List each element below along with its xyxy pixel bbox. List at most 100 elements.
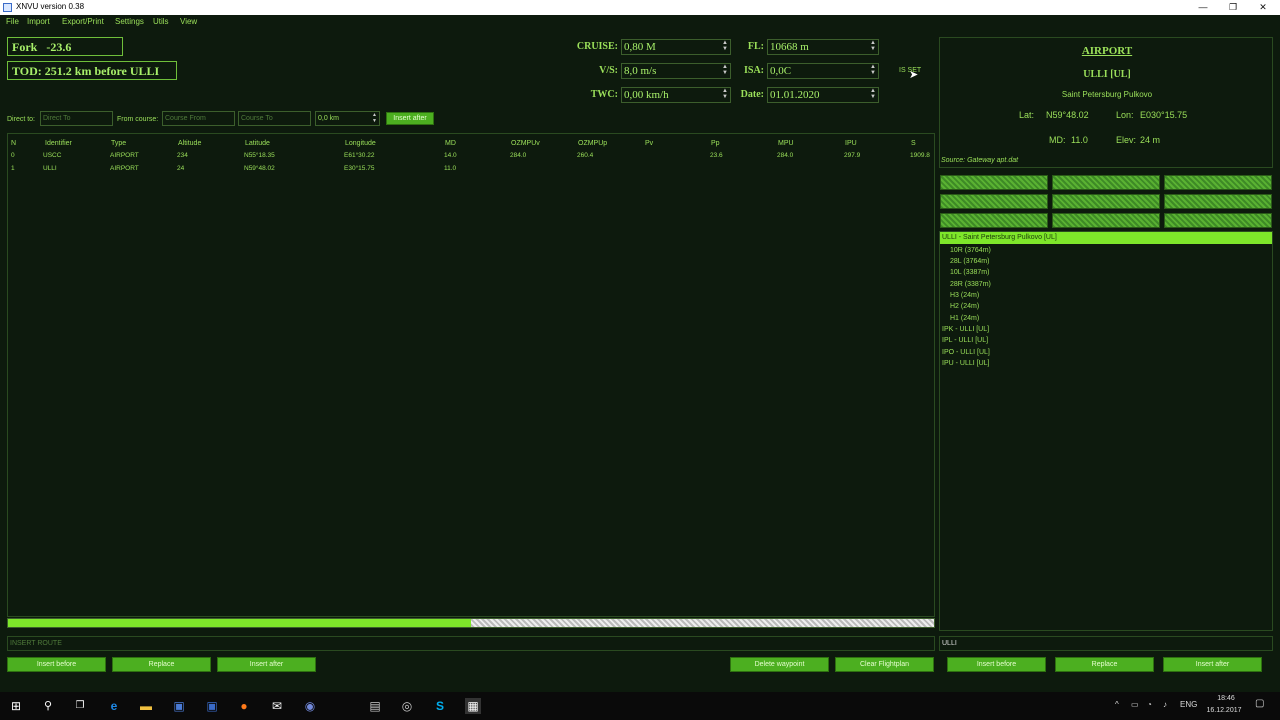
progress-bar: [7, 618, 935, 628]
direct-to-label: Direct to:: [7, 116, 36, 123]
menu-view[interactable]: View: [180, 17, 197, 26]
spinner-arrows-icon[interactable]: ▲ ▼: [372, 112, 377, 124]
col-header-s[interactable]: S: [911, 140, 916, 147]
language-indicator[interactable]: ENG: [1180, 700, 1197, 709]
list-item[interactable]: IPU - ULLI [UL]: [942, 360, 989, 367]
skype-icon[interactable]: S: [432, 698, 448, 714]
course-from-input[interactable]: Course From: [162, 111, 235, 126]
task-view-icon[interactable]: ❐: [72, 698, 88, 714]
steam-icon[interactable]: ◎: [399, 698, 415, 714]
insert-before-button[interactable]: Insert before: [7, 657, 106, 672]
volume-icon[interactable]: ♪: [1163, 700, 1167, 709]
distance-value: 0,0 km: [318, 115, 340, 122]
menu-import[interactable]: Import: [27, 17, 50, 26]
list-item[interactable]: 10L (3387m): [950, 269, 989, 276]
menu-utils[interactable]: Utils: [153, 17, 169, 26]
spinner-arrows-icon[interactable]: ▲ ▼: [870, 64, 876, 76]
table-row[interactable]: 1 ULLI AIRPORT 24 N59°48.02 E30°15.75 11…: [8, 165, 934, 177]
firefox-icon[interactable]: ●: [236, 698, 252, 714]
close-button[interactable]: ✕: [1248, 0, 1278, 15]
direct-insert-after-button[interactable]: Insert after: [386, 112, 434, 125]
filter-button[interactable]: [1052, 213, 1160, 228]
col-header-ozmpup[interactable]: OZMPUp: [578, 140, 607, 147]
fl-field[interactable]: 10668 m ▲ ▼: [767, 39, 879, 55]
filter-button[interactable]: [940, 175, 1048, 190]
col-header-type[interactable]: Type: [111, 140, 126, 147]
filter-button[interactable]: [1164, 213, 1272, 228]
search-input[interactable]: ULLI: [939, 636, 1273, 651]
xnvu-taskbar-icon[interactable]: ▦: [465, 698, 481, 714]
list-item[interactable]: 10R (3764m): [950, 247, 991, 254]
clock-date[interactable]: 16.12.2017: [1202, 707, 1246, 714]
search-replace-button[interactable]: Replace: [1055, 657, 1154, 672]
minimize-button[interactable]: —: [1188, 0, 1218, 15]
delete-waypoint-button[interactable]: Delete waypoint: [730, 657, 829, 672]
clear-flightplan-button[interactable]: Clear Flightplan: [835, 657, 934, 672]
menu-export-print[interactable]: Export/Print: [62, 17, 104, 26]
insert-route-input[interactable]: INSERT ROUTE: [7, 636, 935, 651]
filter-button[interactable]: [940, 213, 1048, 228]
filter-button[interactable]: [1052, 194, 1160, 209]
col-header-n[interactable]: N: [11, 140, 16, 147]
spinner-arrows-icon[interactable]: ▲ ▼: [870, 40, 876, 52]
clock-time[interactable]: 18:46: [1206, 695, 1246, 702]
isa-field[interactable]: 0,0C ▲ ▼: [767, 63, 879, 79]
spinner-arrows-icon[interactable]: ▲ ▼: [870, 88, 876, 100]
spinner-arrows-icon[interactable]: ▲ ▼: [722, 40, 728, 52]
file-explorer-icon[interactable]: ▬: [138, 698, 154, 714]
col-header-pp[interactable]: Pp: [711, 140, 720, 147]
spinner-arrows-icon[interactable]: ▲ ▼: [722, 88, 728, 100]
app-icon[interactable]: ▣: [204, 698, 220, 714]
col-header-longitude[interactable]: Longitude: [345, 140, 376, 147]
col-header-identifier[interactable]: Identifier: [45, 140, 72, 147]
tray-app-icon[interactable]: ▭: [1131, 700, 1139, 709]
filter-button[interactable]: [1052, 175, 1160, 190]
vs-field[interactable]: 8,0 m/s ▲ ▼: [621, 63, 731, 79]
col-header-latitude[interactable]: Latitude: [245, 140, 270, 147]
col-header-altitude[interactable]: Altitude: [178, 140, 201, 147]
list-item[interactable]: IPO - ULLI [UL]: [942, 349, 990, 356]
search-insert-after-button[interactable]: Insert after: [1163, 657, 1262, 672]
col-header-ozmpuv[interactable]: OZMPUv: [511, 140, 540, 147]
menu-file[interactable]: File: [6, 17, 19, 26]
mail-icon[interactable]: ✉: [269, 698, 285, 714]
notifications-icon[interactable]: ▢: [1255, 698, 1264, 709]
replace-button[interactable]: Replace: [112, 657, 211, 672]
discord-icon[interactable]: ◉: [302, 698, 318, 714]
list-item[interactable]: 28R (3387m): [950, 281, 991, 288]
tray-app-icon[interactable]: ◔: [1147, 700, 1152, 709]
list-item[interactable]: 28L (3764m): [950, 258, 989, 265]
table-row[interactable]: 0 USCC AIRPORT 234 N55°18.35 E61°30.22 1…: [8, 152, 934, 164]
windows-start-icon[interactable]: ⊞: [8, 698, 24, 714]
store-icon[interactable]: ▣: [171, 698, 187, 714]
airport-info-panel: AIRPORT ULLI [UL] Saint Petersburg Pulko…: [939, 37, 1273, 168]
edge-browser-icon[interactable]: e: [106, 698, 122, 714]
cruise-field[interactable]: 0,80 M ▲ ▼: [621, 39, 731, 55]
list-item-selected[interactable]: ULLI - Saint Petersburg Pulkovo [UL]: [940, 232, 1272, 244]
col-header-mpu[interactable]: MPU: [778, 140, 794, 147]
date-field[interactable]: 01.01.2020 ▲ ▼: [767, 87, 879, 103]
insert-after-button[interactable]: Insert after: [217, 657, 316, 672]
search-insert-before-button[interactable]: Insert before: [947, 657, 1046, 672]
app-icon[interactable]: ▤: [367, 698, 383, 714]
list-item[interactable]: H1 (24m): [950, 315, 979, 322]
col-header-pv[interactable]: Pv: [645, 140, 653, 147]
course-to-input[interactable]: Course To: [238, 111, 311, 126]
tray-chevron-icon[interactable]: ^: [1115, 700, 1119, 709]
list-item[interactable]: IPK - ULLI [UL]: [942, 326, 989, 333]
filter-button[interactable]: [940, 194, 1048, 209]
col-header-md[interactable]: MD: [445, 140, 456, 147]
filter-button[interactable]: [1164, 194, 1272, 209]
twc-field[interactable]: 0,00 km/h ▲ ▼: [621, 87, 731, 103]
spinner-arrows-icon[interactable]: ▲ ▼: [722, 64, 728, 76]
list-item[interactable]: H3 (24m): [950, 292, 979, 299]
list-item[interactable]: IPL - ULLI [UL]: [942, 337, 988, 344]
direct-to-input[interactable]: Direct To: [40, 111, 113, 126]
distance-input[interactable]: 0,0 km ▲ ▼: [315, 111, 380, 126]
maximize-button[interactable]: ❐: [1218, 0, 1248, 15]
list-item[interactable]: H2 (24m): [950, 303, 979, 310]
menu-settings[interactable]: Settings: [115, 17, 144, 26]
col-header-ipu[interactable]: IPU: [845, 140, 857, 147]
search-icon[interactable]: ⚲: [40, 698, 56, 714]
filter-button[interactable]: [1164, 175, 1272, 190]
